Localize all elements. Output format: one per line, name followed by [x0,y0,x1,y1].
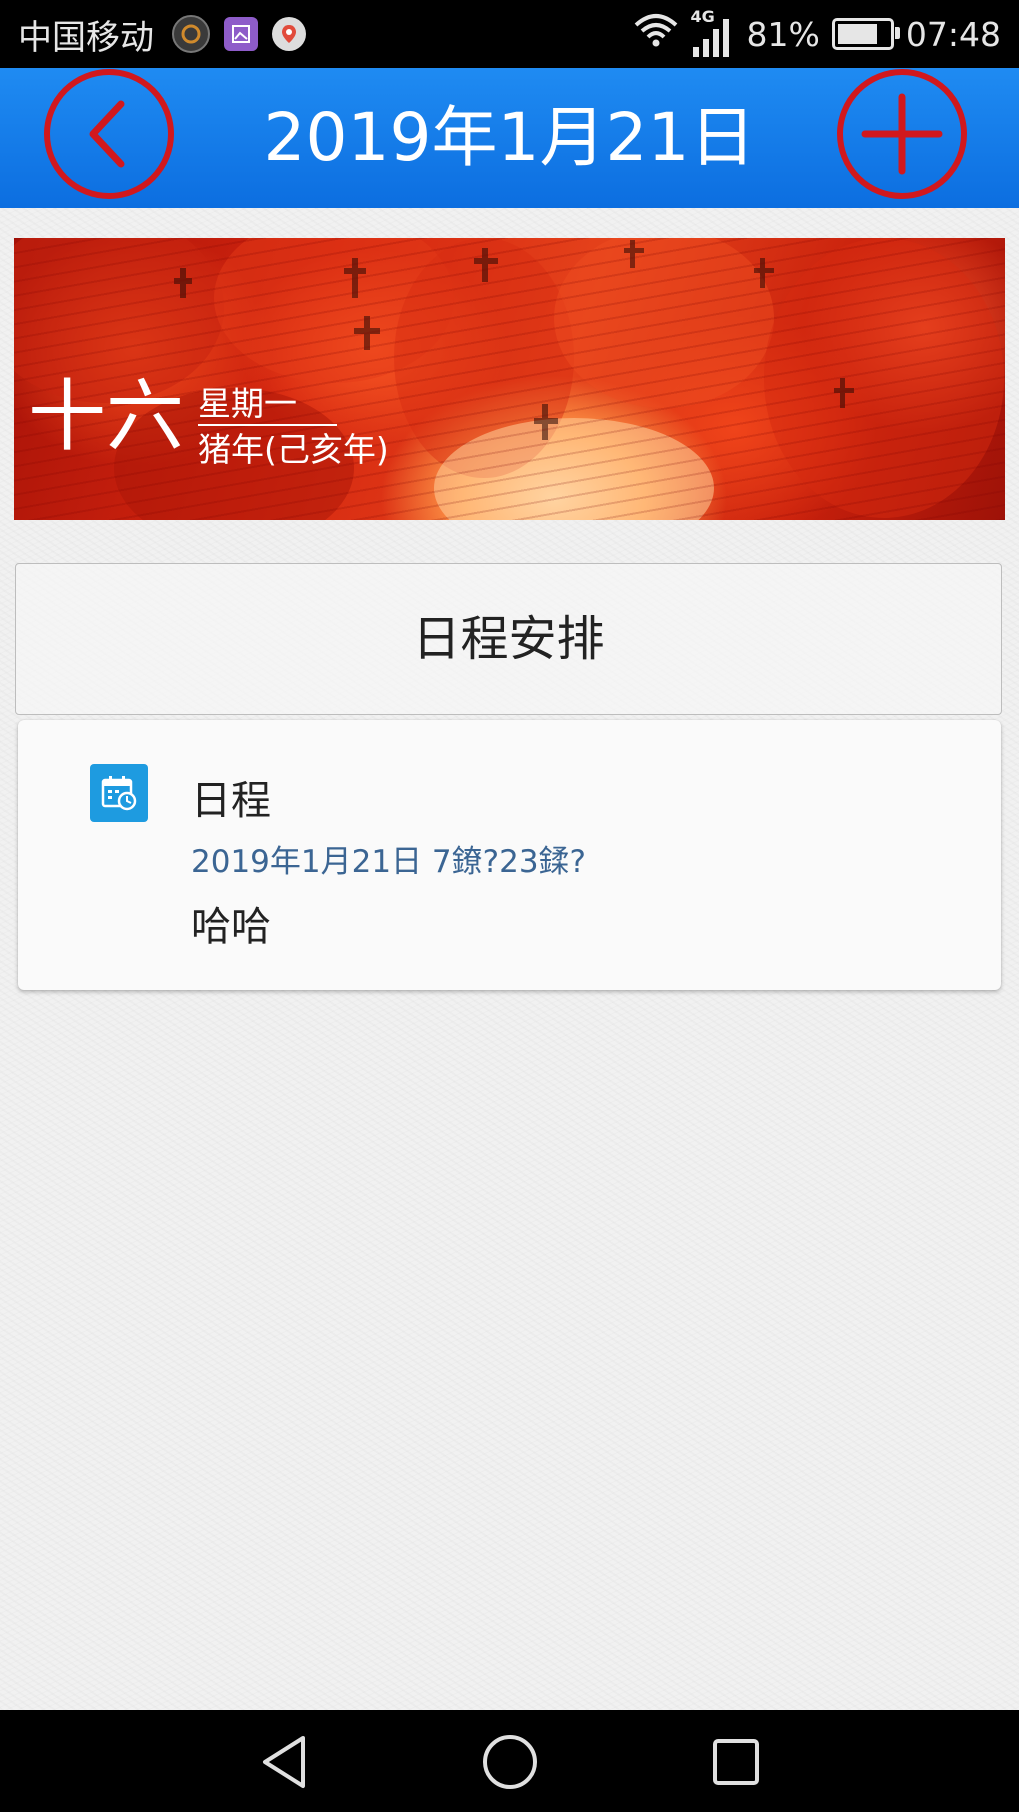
nav-home-button[interactable] [478,1730,542,1794]
plus-circle-icon [861,93,943,175]
location-pin-icon [272,17,306,51]
nav-back-button[interactable] [252,1730,316,1794]
recent-square-icon [713,1739,759,1785]
battery-icon [831,18,900,50]
notification-app-icon [172,15,210,53]
zodiac-year-label: 猪年(己亥年) [198,430,389,469]
back-button[interactable] [44,69,174,199]
lunar-day: 十六 [28,372,185,462]
back-triangle-icon [263,1736,305,1788]
wifi-icon [633,13,679,55]
schedule-item-datetime: 2019年1月21日 7鐐?23鍒? [191,844,586,880]
calendar-clock-icon [90,764,148,822]
signal-icon: 4G [691,7,735,59]
clock: 07:48 [905,14,1001,54]
system-nav-bar [0,1710,1019,1812]
schedule-item-card[interactable]: 日程 2019年1月21日 7鐐?23鍒? 哈哈 [18,720,1001,990]
carrier-name: 中国移动 [18,17,154,58]
app-header: 2019年1月21日 [0,68,1019,208]
gallery-icon [224,17,258,51]
status-bar: 中国移动 4G 81% 07:48 [0,0,1019,68]
schedule-item-note: 哈哈 [191,904,271,950]
lantern-banner: 十六 星期一 猪年(己亥年) [14,238,1005,520]
schedule-section-header: 日程安排 [15,563,1002,715]
status-right-group: 4G 81% 07:48 [633,0,1001,68]
home-circle-icon [483,1735,537,1789]
battery-percent: 81% [746,14,820,54]
add-schedule-button[interactable] [837,69,967,199]
nav-recent-apps-button[interactable] [704,1730,768,1794]
battery-fill [837,24,878,44]
chevron-left-circle-icon [89,100,125,168]
schedule-item-title: 日程 [191,778,271,824]
weekday-label: 星期一 [198,384,337,426]
